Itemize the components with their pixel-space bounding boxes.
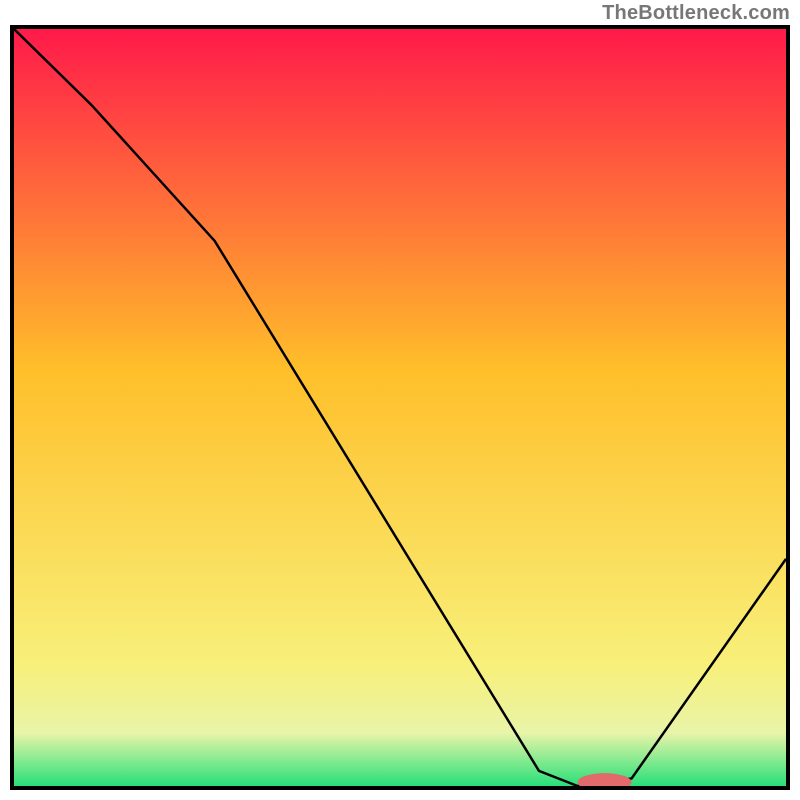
chart-svg — [14, 29, 786, 786]
chart-background — [14, 29, 786, 786]
watermark-text: TheBottleneck.com — [602, 2, 790, 25]
chart-frame — [10, 25, 790, 790]
